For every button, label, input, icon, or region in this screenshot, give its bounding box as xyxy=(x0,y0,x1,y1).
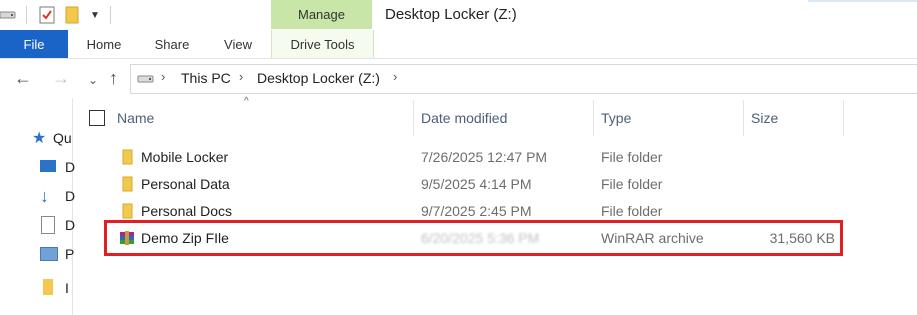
checkmark-properties-icon[interactable] xyxy=(38,6,56,24)
breadcrumb-separator-icon[interactable]: › xyxy=(161,69,165,84)
recent-locations-chevron-icon[interactable]: ⌄ xyxy=(88,71,98,89)
drive-icon[interactable] xyxy=(0,6,16,24)
up-arrow-icon[interactable]: ↑ xyxy=(109,69,118,87)
title-bar: ▼ Manage Desktop Locker (Z:) xyxy=(0,0,917,30)
file-date: 7/26/2025 12:47 PM xyxy=(421,149,548,165)
back-arrow-icon[interactable]: ← xyxy=(14,69,32,87)
file-row-mobile-locker[interactable]: Mobile Locker 7/26/2025 12:47 PM File fo… xyxy=(105,144,845,170)
title-accent-line xyxy=(808,0,917,2)
toolbar-divider xyxy=(26,6,27,24)
toolbar-divider xyxy=(110,6,111,24)
breadcrumb-separator-icon[interactable]: › xyxy=(393,69,397,84)
window-title: Desktop Locker (Z:) xyxy=(385,6,517,23)
file-name: Mobile Locker xyxy=(141,149,229,165)
tab-file[interactable]: File xyxy=(0,30,68,58)
column-header-row: ^ Name Date modified Type Size xyxy=(72,96,917,136)
nav-item-label: Qu xyxy=(53,130,72,146)
tab-share[interactable]: Share xyxy=(138,30,206,58)
column-header-name[interactable]: Name xyxy=(117,100,411,136)
folder-icon xyxy=(122,203,133,219)
column-divider[interactable] xyxy=(743,100,744,136)
dropdown-arrow-icon[interactable]: ▼ xyxy=(88,6,102,24)
breadcrumb-this-pc[interactable]: This PC xyxy=(181,70,231,86)
column-header-size[interactable]: Size xyxy=(751,100,841,136)
address-bar[interactable]: › This PC › Desktop Locker (Z:) › xyxy=(130,64,917,94)
breadcrumb-separator-icon[interactable]: › xyxy=(239,69,243,84)
column-divider[interactable] xyxy=(413,100,414,136)
navigation-pane: ★ Qu D ↓ D D P I xyxy=(0,98,76,315)
desktop-icon xyxy=(40,160,56,172)
select-all-checkbox[interactable] xyxy=(89,110,105,126)
file-type: File folder xyxy=(601,149,663,165)
tab-home[interactable]: Home xyxy=(70,30,138,58)
file-name: Personal Data xyxy=(141,176,230,192)
nav-item-label: D xyxy=(65,159,76,175)
folder-icon xyxy=(43,279,53,295)
folder-icon[interactable] xyxy=(64,6,80,24)
tab-view[interactable]: View xyxy=(206,30,270,58)
column-divider[interactable] xyxy=(593,100,594,136)
breadcrumb-desktop-locker[interactable]: Desktop Locker (Z:) xyxy=(257,70,380,86)
forward-arrow-icon[interactable]: → xyxy=(52,69,70,87)
download-icon: ↓ xyxy=(40,185,49,206)
file-type: File folder xyxy=(601,176,663,192)
column-header-type[interactable]: Type xyxy=(601,100,741,136)
nav-item-label: P xyxy=(65,246,75,262)
pictures-icon xyxy=(40,247,58,261)
file-date: 9/5/2025 4:14 PM xyxy=(421,176,532,192)
drive-icon xyxy=(137,72,155,90)
tab-drive-tools[interactable]: Drive Tools xyxy=(271,30,374,58)
ribbon-tabs: File Home Share View Drive Tools xyxy=(0,30,917,59)
column-header-date[interactable]: Date modified xyxy=(421,100,591,136)
column-divider[interactable] xyxy=(843,100,844,136)
nav-item-label: I xyxy=(65,280,69,296)
folder-icon xyxy=(122,176,133,192)
highlight-annotation-box xyxy=(104,220,843,256)
file-row-personal-data[interactable]: Personal Data 9/5/2025 4:14 PM File fold… xyxy=(105,171,845,197)
nav-item-label: D xyxy=(65,188,76,204)
folder-icon xyxy=(122,149,133,165)
documents-icon xyxy=(41,216,55,234)
nav-item-label: D xyxy=(65,217,76,233)
manage-context-tab[interactable]: Manage xyxy=(271,0,372,29)
star-icon: ★ xyxy=(32,130,47,147)
